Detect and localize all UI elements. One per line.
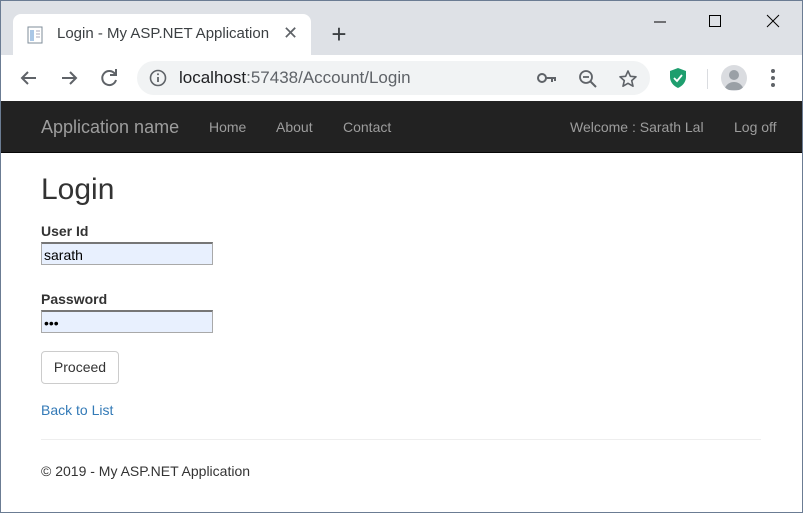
page-title: Login [41, 173, 115, 206]
nav-about-link[interactable]: About [276, 119, 313, 135]
nav-contact-link[interactable]: Contact [343, 119, 391, 135]
password-input[interactable]: ••• [41, 310, 213, 333]
footer-divider [41, 439, 761, 440]
page-content: Login User Id sarath Password ••• Procee… [1, 153, 802, 512]
brand-link[interactable]: Application name [41, 117, 179, 138]
url-path: :57438/Account/Login [246, 68, 411, 87]
app-navbar: Application name Home About Contact Welc… [1, 101, 802, 153]
nav-home-link[interactable]: Home [209, 119, 246, 135]
forward-arrow-icon[interactable] [55, 64, 83, 92]
password-label: Password [41, 291, 108, 307]
close-window-icon[interactable] [750, 9, 796, 35]
logoff-link[interactable]: Log off [734, 119, 777, 135]
back-arrow-icon[interactable] [15, 64, 43, 92]
new-tab-icon[interactable]: + [325, 21, 353, 49]
browser-window: Login - My ASP.NET Application ✕ + local… [0, 0, 803, 513]
toolbar-separator [707, 69, 708, 89]
address-bar[interactable]: localhost:57438/Account/Login [137, 61, 650, 95]
page-icon [27, 26, 43, 44]
reload-icon[interactable] [95, 64, 123, 92]
tab-strip: Login - My ASP.NET Application ✕ + [1, 1, 802, 55]
shield-extension-icon[interactable] [668, 67, 688, 89]
footer-text: © 2019 - My ASP.NET Application [41, 463, 251, 479]
zoom-out-icon[interactable] [578, 69, 598, 89]
welcome-user-link[interactable]: Welcome : Sarath Lal [570, 119, 704, 135]
minimize-icon[interactable] [637, 9, 683, 35]
more-menu-icon[interactable] [765, 67, 781, 89]
info-icon[interactable] [149, 69, 167, 87]
proceed-button[interactable]: Proceed [41, 351, 119, 384]
browser-tab[interactable]: Login - My ASP.NET Application ✕ [13, 14, 311, 55]
star-icon[interactable] [618, 69, 638, 89]
maximize-icon[interactable] [692, 9, 738, 35]
url-text[interactable]: localhost:57438/Account/Login [179, 68, 411, 88]
back-to-list-link[interactable]: Back to List [41, 402, 113, 418]
key-icon[interactable] [537, 69, 557, 87]
close-tab-icon[interactable]: ✕ [283, 23, 298, 43]
userid-input[interactable]: sarath [41, 242, 213, 265]
browser-toolbar: localhost:57438/Account/Login [1, 55, 802, 102]
profile-avatar-icon[interactable] [721, 65, 747, 91]
tab-title: Login - My ASP.NET Application [57, 25, 270, 42]
url-host: localhost [179, 68, 247, 87]
userid-label: User Id [41, 223, 89, 239]
